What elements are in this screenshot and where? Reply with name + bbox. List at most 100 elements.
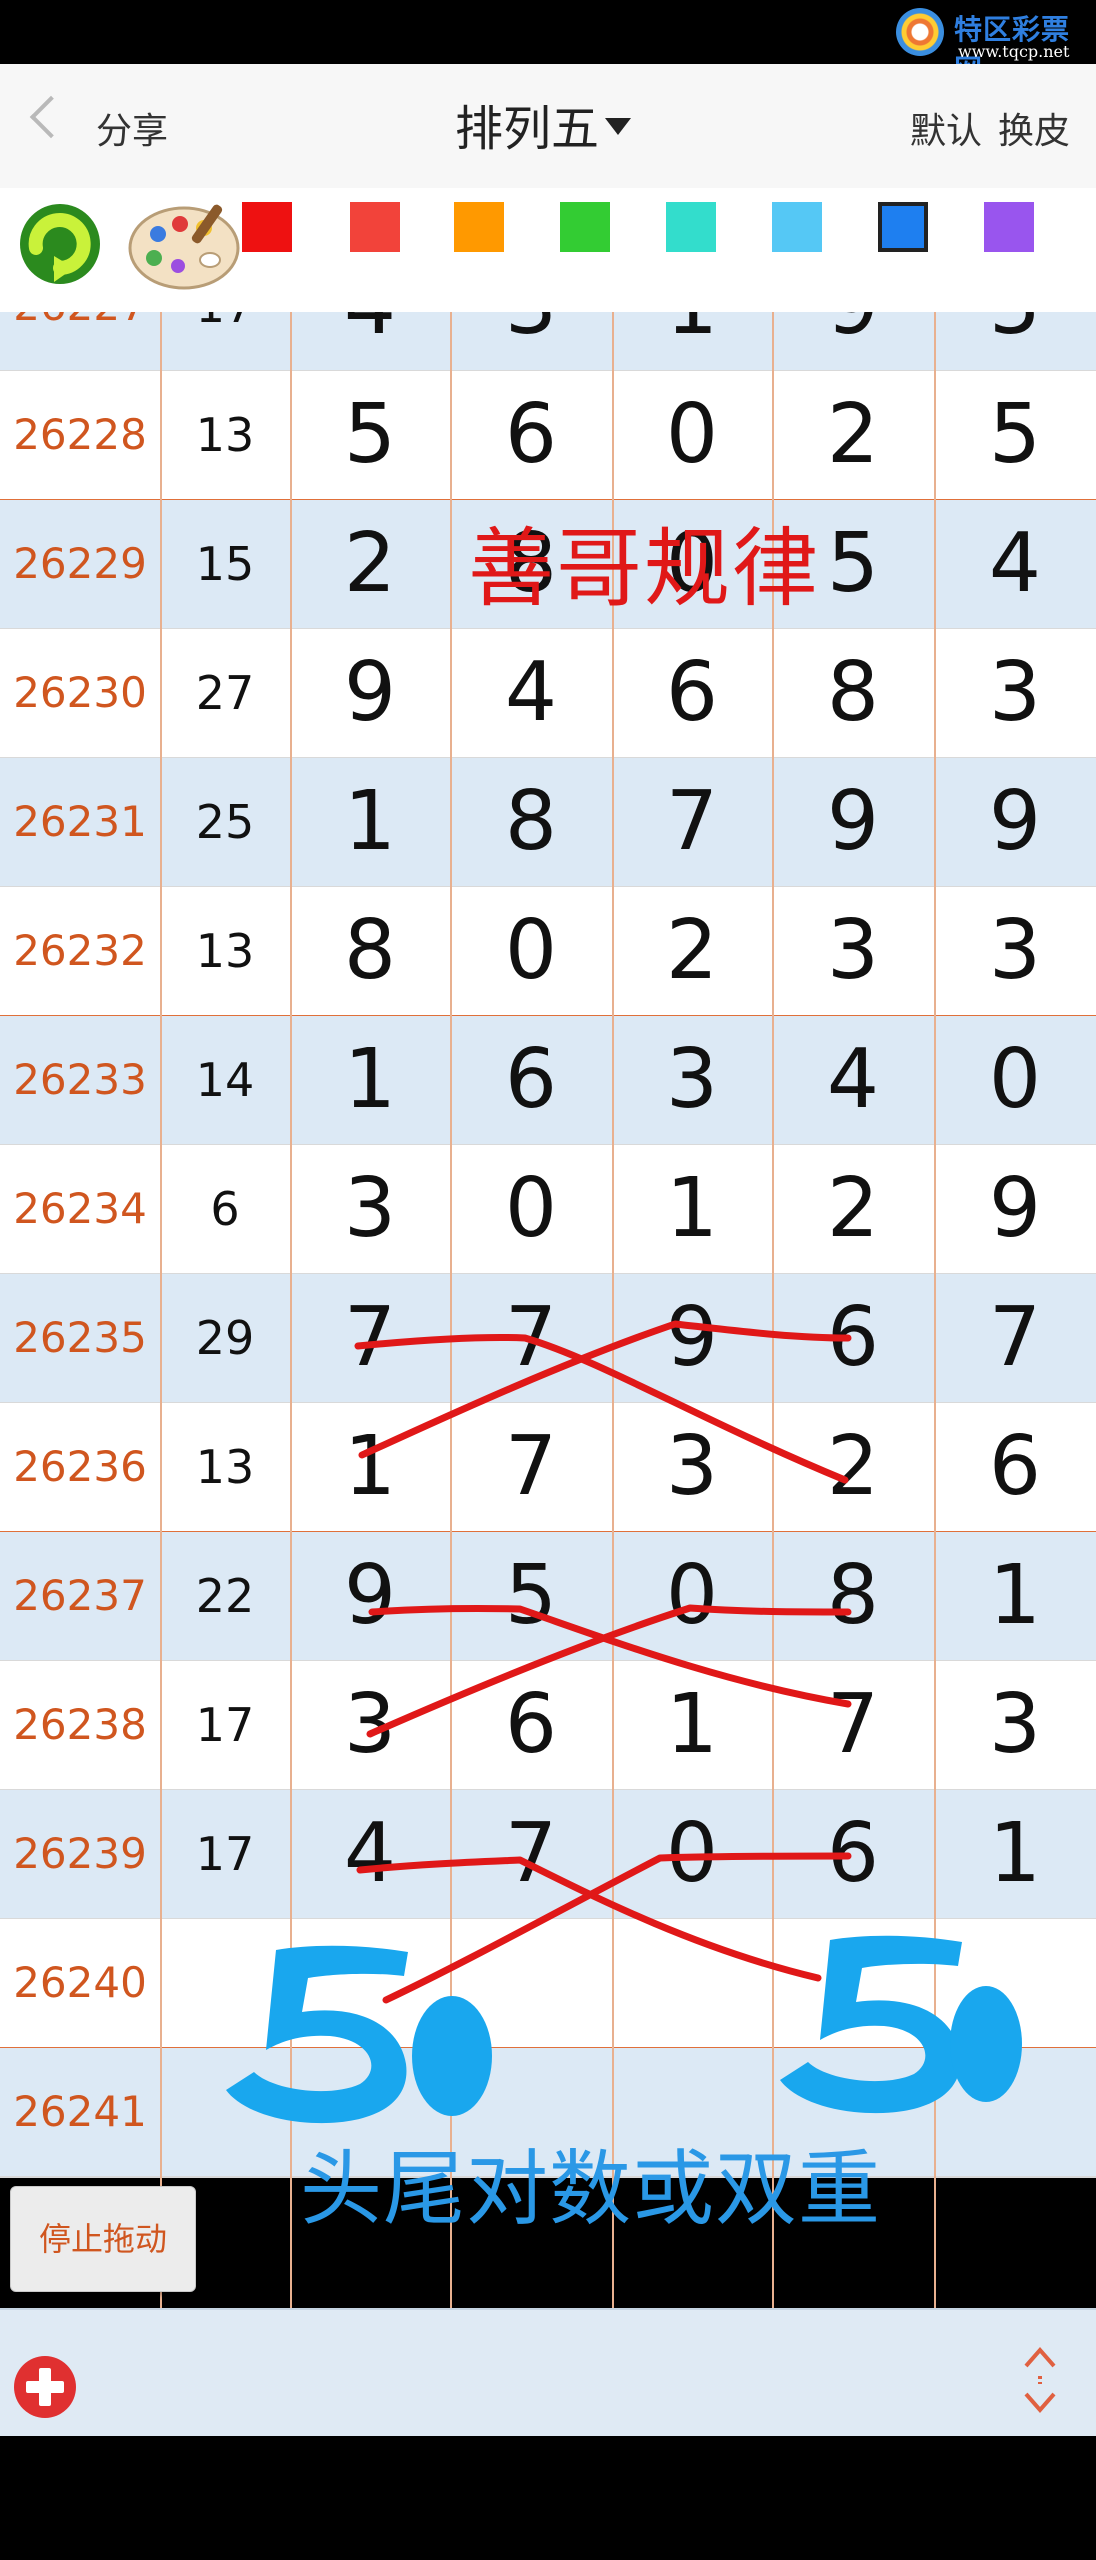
result-row: 26232 13 8 0 2 3 3 bbox=[0, 887, 1096, 1019]
issue-number: 26233 bbox=[13, 1055, 147, 1104]
issue-number: 26227 bbox=[0, 312, 160, 370]
result-row: 26236 13 1 7 3 2 6 bbox=[0, 1403, 1096, 1535]
system-nav-bar bbox=[0, 2436, 1096, 2560]
digit-cell: 1 bbox=[343, 1419, 397, 1514]
sum-value: 13 bbox=[195, 1440, 255, 1494]
column-divider bbox=[290, 312, 292, 2308]
digit-cell: 1 bbox=[665, 1161, 719, 1256]
digit-cell: 0 bbox=[504, 1161, 558, 1256]
digit-cell: 6 bbox=[504, 1677, 558, 1772]
digit-cell: 3 bbox=[665, 1032, 719, 1127]
issue-number: 26228 bbox=[13, 410, 147, 459]
digit-cell: 6 bbox=[826, 1806, 880, 1901]
sum-value: 25 bbox=[195, 795, 255, 849]
issue-number: 26238 bbox=[13, 1700, 147, 1749]
digit-cell: 9 bbox=[988, 1161, 1042, 1256]
result-row: 26233 14 1 6 3 4 0 bbox=[0, 1016, 1096, 1146]
color-swatch[interactable] bbox=[454, 202, 504, 252]
color-swatch[interactable] bbox=[984, 202, 1034, 252]
digit-cell: 1 bbox=[343, 774, 397, 869]
color-swatch[interactable] bbox=[666, 202, 716, 252]
column-divider bbox=[934, 312, 936, 2308]
add-icon[interactable] bbox=[14, 2356, 76, 2418]
refresh-icon[interactable] bbox=[14, 196, 106, 288]
digit-cell: 6 bbox=[826, 1290, 880, 1385]
lottery-selector[interactable]: 排列五 bbox=[455, 94, 632, 157]
palette-icon[interactable] bbox=[124, 196, 244, 292]
color-swatch[interactable] bbox=[878, 202, 928, 252]
color-swatch[interactable] bbox=[242, 202, 292, 252]
color-swatch[interactable] bbox=[560, 202, 610, 252]
digit-cell: 1 bbox=[612, 312, 772, 370]
digit-cell: 1 bbox=[988, 1806, 1042, 1901]
digit-cell: 3 bbox=[988, 645, 1042, 740]
digit-cell: 7 bbox=[504, 1806, 558, 1901]
issue-number: 26240 bbox=[13, 1958, 147, 2007]
color-swatch[interactable] bbox=[350, 202, 400, 252]
digit-cell: 3 bbox=[665, 1419, 719, 1514]
result-row: 26228 13 5 6 0 2 5 bbox=[0, 371, 1096, 503]
digit-cell: 6 bbox=[504, 387, 558, 482]
digit-cell: 9 bbox=[826, 774, 880, 869]
status-bar: 特区彩票网 www.tqcp.net bbox=[0, 0, 1096, 86]
result-row: 262271743195 bbox=[0, 312, 1096, 372]
digit-cell: 6 bbox=[988, 1419, 1042, 1514]
digit-cell: 0 bbox=[988, 1032, 1042, 1127]
digit-cell: 2 bbox=[826, 1161, 880, 1256]
default-button[interactable]: 默认 bbox=[910, 102, 982, 154]
issue-number: 26236 bbox=[13, 1442, 147, 1491]
issue-number: 26239 bbox=[13, 1829, 147, 1878]
digit-cell: 5 bbox=[343, 387, 397, 482]
digit-cell: 7 bbox=[343, 1290, 397, 1385]
sum-value: 17 bbox=[160, 312, 290, 370]
digit-cell: 0 bbox=[665, 1548, 719, 1643]
digit-cell bbox=[450, 1919, 612, 2047]
share-button[interactable]: 分享 bbox=[96, 102, 168, 154]
digit-cell: 3 bbox=[988, 903, 1042, 998]
digit-cell bbox=[612, 1919, 772, 2047]
sum-value: 17 bbox=[195, 1827, 255, 1881]
result-row: 26230 27 9 4 6 8 3 bbox=[0, 629, 1096, 759]
digit-cell: 3 bbox=[343, 1161, 397, 1256]
digit-cell: 3 bbox=[343, 1677, 397, 1772]
digit-cell: 4 bbox=[504, 645, 558, 740]
digit-cell: 9 bbox=[988, 774, 1042, 869]
expand-vertical-icon[interactable] bbox=[1018, 2344, 1062, 2416]
sum-value: 6 bbox=[210, 1182, 240, 1236]
digit-cell: 6 bbox=[665, 645, 719, 740]
color-swatch[interactable] bbox=[772, 202, 822, 252]
app-screen: 特区彩票网 www.tqcp.net 分享 排列五 默认 换皮 26227174… bbox=[0, 0, 1096, 2560]
issue-number: 26232 bbox=[13, 926, 147, 975]
sum-value bbox=[160, 1919, 290, 2047]
issue-number: 26235 bbox=[13, 1313, 147, 1362]
digit-cell: 9 bbox=[665, 1290, 719, 1385]
column-divider bbox=[450, 312, 452, 2308]
sum-value: 13 bbox=[195, 924, 255, 978]
issue-number: 26234 bbox=[13, 1184, 147, 1233]
result-row: 26239 17 4 7 0 6 1 bbox=[0, 1790, 1096, 1920]
sum-value: 14 bbox=[195, 1053, 255, 1107]
digit-cell: 1 bbox=[665, 1677, 719, 1772]
annotation-rule: 头尾对数或双重 bbox=[300, 2142, 882, 2237]
digit-cell: 2 bbox=[665, 903, 719, 998]
sum-value bbox=[160, 2048, 290, 2176]
digit-cell: 8 bbox=[826, 645, 880, 740]
issue-number: 26229 bbox=[13, 539, 147, 588]
digit-cell: 4 bbox=[290, 312, 450, 370]
sum-value: 17 bbox=[195, 1698, 255, 1752]
column-divider bbox=[160, 312, 162, 2308]
change-skin-button[interactable]: 换皮 bbox=[998, 102, 1070, 154]
result-row: 26237 22 9 5 0 8 1 bbox=[0, 1532, 1096, 1662]
issue-number: 26231 bbox=[13, 797, 147, 846]
watermark-url: www.tqcp.net bbox=[958, 42, 1070, 61]
digit-cell: 9 bbox=[343, 1548, 397, 1643]
sum-value: 15 bbox=[195, 537, 255, 591]
digit-cell bbox=[772, 1919, 934, 2047]
watermark-logo bbox=[896, 8, 944, 56]
sum-value: 29 bbox=[195, 1311, 255, 1365]
result-row: 26235 29 7 7 9 6 7 bbox=[0, 1274, 1096, 1404]
digit-cell: 7 bbox=[504, 1419, 558, 1514]
digit-cell: 7 bbox=[504, 1290, 558, 1385]
page-title: 排列五 bbox=[455, 101, 600, 157]
stop-drag-button[interactable]: 停止拖动 bbox=[10, 2186, 196, 2292]
